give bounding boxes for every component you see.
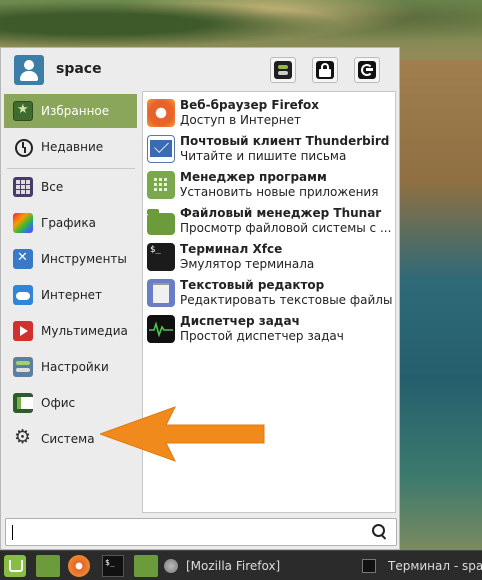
settings-toggle-icon — [274, 61, 292, 79]
firefox-window-icon — [164, 559, 178, 573]
app-name: Веб-браузер Firefox — [180, 98, 319, 112]
category-settings[interactable]: Настройки — [4, 350, 137, 384]
category-label: Избранное — [41, 104, 110, 118]
terminal-window-icon — [362, 559, 376, 573]
user-avatar-icon — [14, 55, 44, 85]
app-name: Почтовый клиент Thunderbird — [180, 134, 390, 148]
app-name: Терминал Xfce — [180, 242, 283, 256]
app-item-thunar[interactable]: Файловый менеджер Thunar Просмотр файлов… — [145, 203, 393, 239]
tools-icon — [13, 249, 33, 269]
favorites-icon — [13, 101, 33, 121]
category-favorites[interactable]: Избранное — [4, 94, 137, 128]
recent-icon — [13, 137, 33, 157]
app-item-software-manager[interactable]: Менеджер программ Установить новые прило… — [145, 167, 393, 203]
taskbar: [Mozilla Firefox] Терминал - spa — [0, 550, 482, 580]
app-item-text-editor[interactable]: Текстовый редактор Редактировать текстов… — [145, 275, 393, 311]
app-item-thunderbird[interactable]: Почтовый клиент Thunderbird Читайте и пи… — [145, 131, 393, 167]
category-label: Мультимедиа — [41, 324, 128, 338]
sidebar-divider — [7, 168, 135, 169]
file-manager-launcher-icon[interactable] — [134, 555, 158, 577]
category-label: Инструменты — [41, 252, 127, 266]
lock-icon — [316, 61, 334, 79]
window-title: [Mozilla Firefox] — [186, 559, 281, 573]
settings-manager-button[interactable] — [270, 57, 296, 83]
all-apps-icon — [13, 177, 33, 197]
username: space — [56, 61, 102, 77]
show-desktop-icon[interactable] — [36, 555, 60, 577]
office-icon — [13, 393, 33, 413]
category-label: Система — [41, 432, 95, 446]
app-description: Редактировать текстовые файлы — [180, 293, 393, 307]
app-description: Доступ в Интернет — [180, 113, 301, 127]
system-icon — [13, 426, 33, 449]
multimedia-icon — [13, 321, 33, 341]
category-label: Недавние — [41, 140, 104, 154]
task-manager-icon — [147, 315, 175, 343]
category-label: Все — [41, 180, 64, 194]
taskbar-window-firefox[interactable]: [Mozilla Firefox] — [164, 555, 354, 577]
category-graphics[interactable]: Графика — [4, 206, 137, 240]
search-input[interactable] — [10, 522, 360, 542]
whisker-menu: space Избранное Недавние — [0, 47, 400, 550]
annotation-arrow-icon — [100, 406, 265, 462]
text-editor-icon — [147, 279, 175, 307]
app-description: Простой диспетчер задач — [180, 329, 344, 343]
app-description: Просмотр файловой системы с ... — [180, 221, 392, 235]
graphics-icon — [13, 213, 33, 233]
wallpaper-right — [392, 60, 482, 550]
settings-icon — [13, 357, 33, 377]
category-label: Графика — [41, 216, 96, 230]
category-internet[interactable]: Интернет — [4, 278, 137, 312]
menu-header: space — [1, 48, 399, 91]
category-label: Настройки — [41, 360, 109, 374]
logout-icon — [358, 61, 376, 79]
app-description: Эмулятор терминала — [180, 257, 315, 271]
category-multimedia[interactable]: Мультимедиа — [4, 314, 137, 348]
category-all[interactable]: Все — [4, 170, 137, 204]
folder-icon — [147, 209, 175, 235]
app-name: Диспетчер задач — [180, 314, 300, 328]
app-description: Читайте и пишите письма — [180, 149, 347, 163]
app-name: Файловый менеджер Thunar — [180, 206, 382, 220]
search-icon — [372, 524, 388, 540]
app-item-task-manager[interactable]: Диспетчер задач Простой диспетчер задач — [145, 311, 393, 347]
taskbar-window-terminal[interactable]: Терминал - spa — [362, 555, 482, 577]
logout-button[interactable] — [354, 57, 380, 83]
app-name: Менеджер программ — [180, 170, 327, 184]
terminal-launcher-icon[interactable] — [102, 555, 124, 577]
search-box[interactable] — [5, 518, 397, 546]
app-description: Установить новые приложения — [180, 185, 379, 199]
lock-screen-button[interactable] — [312, 57, 338, 83]
terminal-icon — [147, 243, 175, 271]
mint-menu-button[interactable] — [4, 555, 26, 577]
internet-icon — [13, 285, 33, 305]
app-item-terminal[interactable]: Терминал Xfce Эмулятор терминала — [145, 239, 393, 275]
app-item-firefox[interactable]: Веб-браузер Firefox Доступ в Интернет — [145, 95, 393, 131]
window-title: Терминал - spa — [388, 559, 482, 573]
category-label: Офис — [41, 396, 76, 410]
firefox-launcher-icon[interactable] — [68, 555, 90, 577]
software-manager-icon — [147, 171, 175, 199]
category-recent[interactable]: Недавние — [4, 130, 137, 164]
app-name: Текстовый редактор — [180, 278, 325, 292]
category-label: Интернет — [41, 288, 103, 302]
firefox-icon — [147, 99, 175, 127]
mail-icon — [147, 135, 175, 163]
category-tools[interactable]: Инструменты — [4, 242, 137, 276]
